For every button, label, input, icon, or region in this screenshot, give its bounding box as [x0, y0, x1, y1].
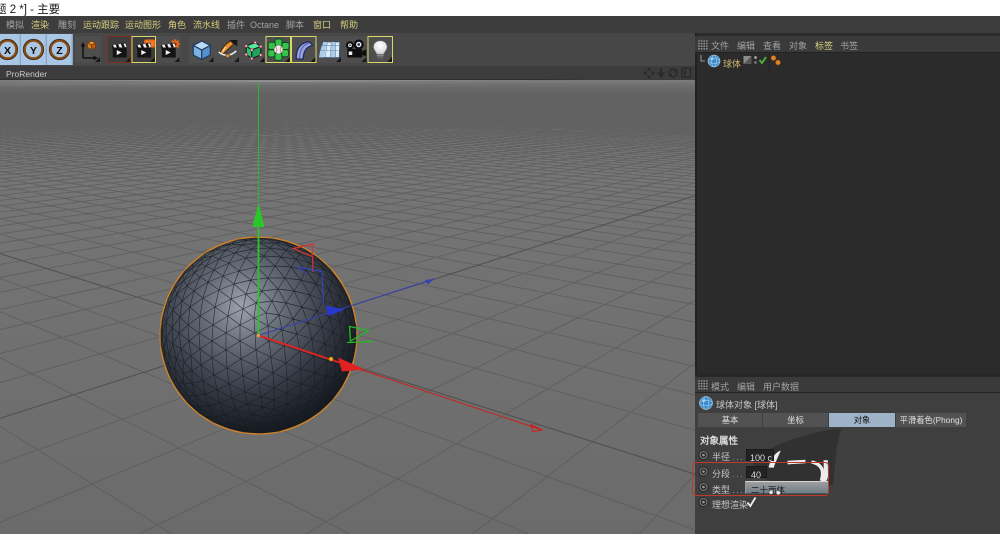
- svg-text:X: X: [4, 43, 11, 58]
- svg-text:Y: Y: [30, 43, 37, 58]
- svg-text:Z: Z: [56, 43, 63, 58]
